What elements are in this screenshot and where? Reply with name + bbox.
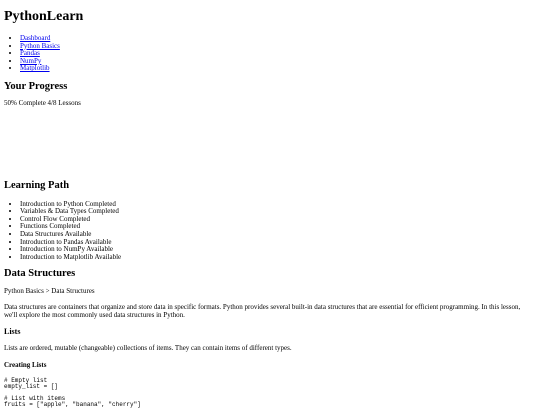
lesson-title: Data Structures (4, 268, 76, 280)
nav-item-numpy: NumPy (20, 57, 536, 66)
progress-heading: Your Progress (4, 80, 68, 92)
lesson-intro: Data structures are containers that orga… (4, 303, 521, 320)
lists-heading: Lists (4, 327, 21, 337)
path-item-variables[interactable]: Variables & Data Types Completed (20, 208, 536, 216)
page: PythonLearn Dashboard Python Basics Pand… (0, 0, 540, 408)
path-item-intro-matplotlib[interactable]: Introduction to Matplotlib Available (20, 253, 536, 262)
nav-item-dashboard: Dashboard (20, 34, 536, 43)
creating-lists-heading: Creating Lists (4, 360, 47, 369)
progress-text: 50% Complete 4/8 Lessons (4, 98, 81, 107)
code-block: # Empty list empty_list = [] # List with… (4, 376, 141, 408)
path-item-functions[interactable]: Functions Completed (20, 223, 536, 231)
learning-path-list: Introduction to Python Completed Variabl… (4, 200, 536, 262)
nav-link-matplotlib[interactable]: Matplotlib (20, 64, 50, 73)
site-title: PythonLearn (4, 9, 84, 24)
nav-item-python-basics: Python Basics (20, 42, 536, 51)
learning-path-heading: Learning Path (4, 179, 70, 191)
nav-item-pandas: Pandas (20, 49, 536, 58)
nav-item-matplotlib: Matplotlib (20, 65, 536, 73)
breadcrumb: Python Basics > Data Structures (4, 287, 95, 296)
path-item-control-flow[interactable]: Control Flow Completed (20, 215, 536, 224)
lists-description: Lists are ordered, mutable (changeable) … (4, 344, 292, 353)
main-nav: Dashboard Python Basics Pandas NumPy Mat… (4, 34, 536, 73)
